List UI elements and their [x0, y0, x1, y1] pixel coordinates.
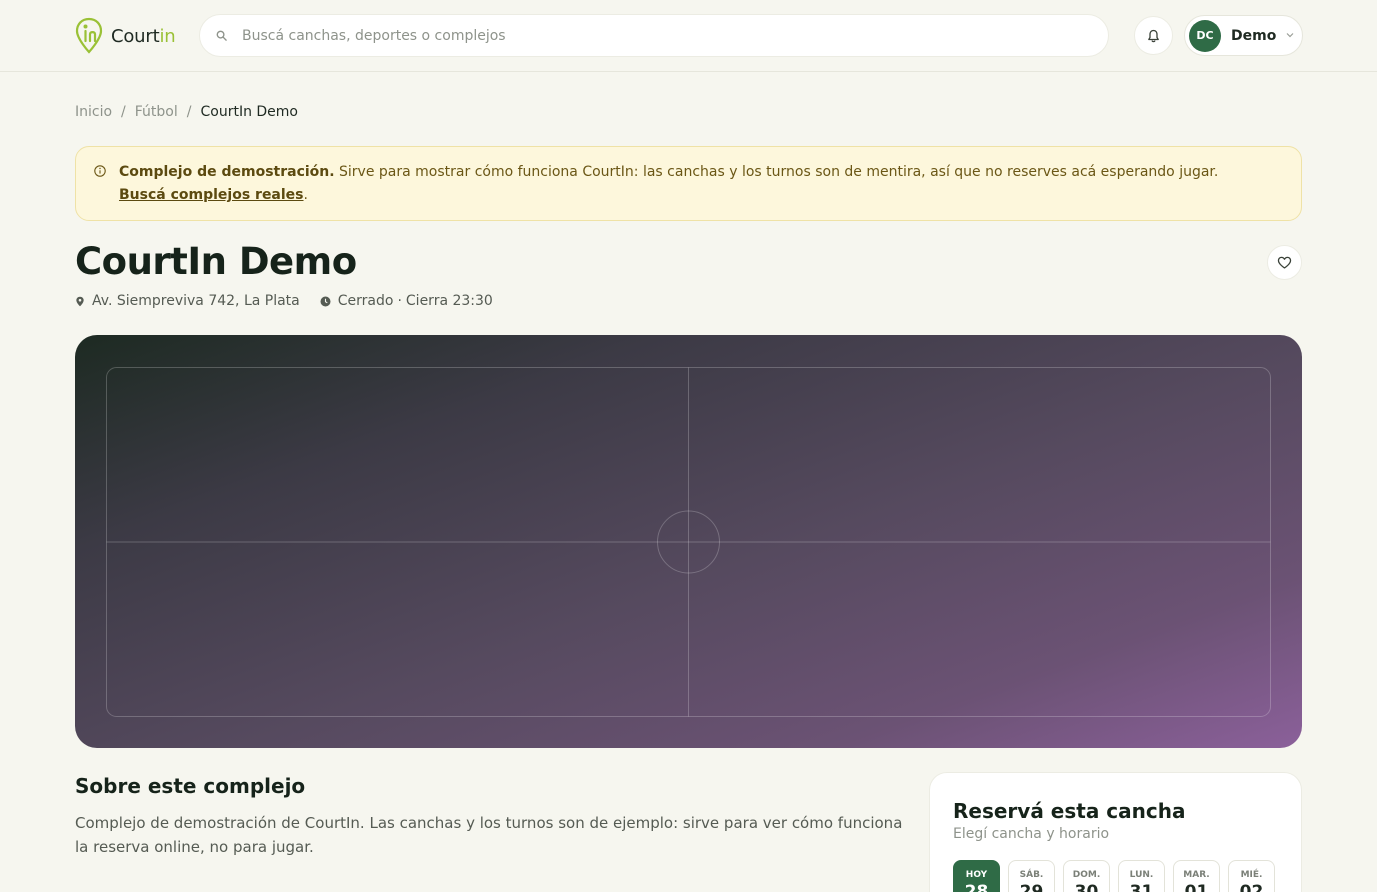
chevron-down-icon	[1286, 30, 1294, 41]
user-menu-button[interactable]: DC Demo	[1184, 15, 1303, 56]
day-number: 01	[1184, 882, 1209, 892]
about-description: Complejo de demostración de CourtIn. Las…	[75, 814, 903, 856]
breadcrumb-current: CourtIn Demo	[200, 104, 298, 120]
courtin-logo[interactable]: Courtin	[75, 16, 176, 56]
day-option-today[interactable]: HOY 28	[953, 860, 1000, 892]
notice-bold: Complejo de demostración.	[119, 164, 335, 180]
day-name: MIÉ.	[1240, 870, 1263, 880]
day-name: HOY	[965, 870, 988, 880]
day-option[interactable]: MIÉ. 02	[1228, 860, 1275, 892]
day-option[interactable]: MAR. 01	[1173, 860, 1220, 892]
about-heading: Sobre este complejo	[75, 774, 306, 798]
user-name: Demo	[1231, 27, 1277, 44]
notifications-button[interactable]	[1134, 16, 1173, 55]
avatar: DC	[1189, 19, 1221, 52]
demo-notice: Complejo de demostración. Sirve para mos…	[75, 146, 1302, 221]
breadcrumb-home[interactable]: Inicio	[75, 104, 112, 120]
day-number: 31	[1129, 882, 1154, 892]
day-number: 28	[964, 882, 989, 892]
notice-text: Complejo de demostración. Sirve para mos…	[119, 161, 1269, 207]
notice-end: .	[303, 187, 308, 203]
day-option[interactable]: DOM. 30	[1063, 860, 1110, 892]
day-number: 30	[1074, 882, 1099, 892]
day-name: SÁB.	[1019, 870, 1044, 880]
search-icon	[216, 30, 228, 42]
venue-title: CourtIn Demo	[75, 240, 357, 283]
notice-body: Sirve para mostrar cómo funciona CourtIn…	[334, 164, 1219, 180]
breadcrumb-separator: /	[121, 104, 126, 120]
booking-card: Reservá esta cancha Elegí cancha y horar…	[929, 772, 1302, 892]
top-header: Courtin DC Demo	[0, 0, 1377, 72]
heart-icon	[1277, 256, 1292, 269]
bell-icon	[1148, 29, 1159, 42]
day-name: LUN.	[1129, 870, 1154, 880]
search-bar[interactable]	[199, 14, 1109, 57]
day-number: 02	[1239, 882, 1264, 892]
day-option[interactable]: LUN. 31	[1118, 860, 1165, 892]
logo-text: Courtin	[111, 25, 176, 47]
breadcrumb-separator: /	[186, 104, 192, 120]
venue-status: Cerrado	[337, 293, 394, 309]
venue-closing-time: Cierra 23:30	[405, 293, 493, 309]
day-name: DOM.	[1072, 870, 1101, 880]
location-pin-logo-icon	[75, 17, 103, 54]
day-option[interactable]: SÁB. 29	[1008, 860, 1055, 892]
day-number: 29	[1019, 882, 1044, 892]
info-icon	[94, 165, 106, 177]
venue-hero-image	[75, 335, 1302, 748]
breadcrumb-sport[interactable]: Fútbol	[135, 104, 178, 120]
clock-icon	[320, 296, 331, 307]
field-lines-graphic	[106, 367, 1271, 717]
search-input[interactable]	[242, 27, 1062, 44]
breadcrumb: Inicio / Fútbol / CourtIn Demo	[75, 104, 298, 120]
meta-separator: ·	[397, 293, 402, 309]
favorite-button[interactable]	[1267, 245, 1302, 280]
map-pin-icon	[75, 296, 85, 307]
booking-subtitle: Elegí cancha y horario	[953, 826, 1110, 842]
day-name: MAR.	[1183, 870, 1210, 880]
booking-title: Reservá esta cancha	[953, 799, 1186, 823]
venue-address: Av. Siempreviva 742, La Plata	[92, 293, 300, 309]
real-venues-link[interactable]: Buscá complejos reales	[119, 187, 304, 203]
day-selector: HOY 28 SÁB. 29 DOM. 30 LUN. 31 MAR. 01 M…	[953, 860, 1283, 892]
venue-meta: Av. Siempreviva 742, La Plata Cerrado · …	[75, 293, 493, 309]
